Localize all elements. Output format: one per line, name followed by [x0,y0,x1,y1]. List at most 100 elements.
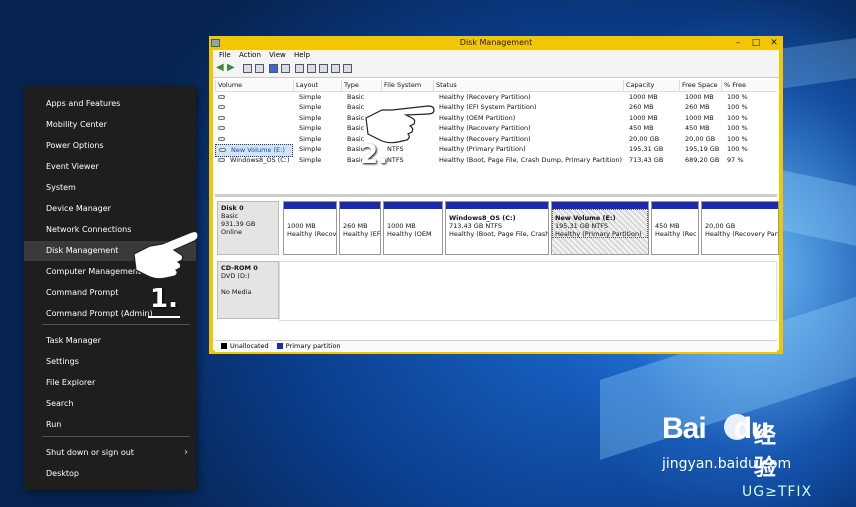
cell-text: Simple [299,134,322,143]
menu-item-device-manager[interactable]: Device Manager [24,199,196,219]
table-cell-status: Healthy (Boot, Page File, Crash Dump, Pr… [433,155,623,166]
cell-text: 450 MB [685,124,710,132]
console-tree-icon[interactable] [243,64,252,73]
table-cell-capacity: 1000 MB [623,92,679,103]
rescan-icon[interactable] [319,64,328,73]
menu-item-label: Event Viewer [46,162,99,171]
partition-line2: Healthy (Boot, Page File, Crash [449,230,549,238]
cdrom-label[interactable]: CD-ROM 0 DVD (D:) No Media [217,261,279,319]
column-header[interactable]: Type [341,80,381,91]
cdrom-type: DVD (D:) [221,272,250,280]
table-cell-status: Healthy (Recovery Partition) [433,134,623,145]
table-row[interactable]: Windows8_OS (C:) Simple Basic NTFS Healthy (… [215,155,777,166]
table-row[interactable]: Simple Basic Healthy (Recovery Partition) 4… [215,123,777,134]
menu-item-event-viewer[interactable]: Event Viewer [24,157,196,177]
menu-item-label: Power Options [46,141,104,150]
settings-icon[interactable] [343,64,352,73]
partition-block[interactable]: 1000 MB Healthy (OEM [383,201,443,255]
table-cell-volume [215,113,293,124]
baidu-url: jingyan.baidu.com [662,456,792,472]
table-row[interactable]: Simple Basic Healthy (Recovery Partition) 2… [215,134,777,145]
title-bar[interactable]: Disk Management – □ ✕ [209,36,783,50]
properties-icon[interactable] [281,64,290,73]
menu-item-power-options[interactable]: Power Options [24,136,196,156]
table-cell-free: 1000 MB [679,113,721,124]
table-cell-volume [215,102,293,113]
help-icon[interactable] [269,64,278,73]
column-header[interactable]: Capacity [623,80,679,91]
cell-text: 1000 MB [685,113,714,122]
cdrom-area [279,261,777,321]
menu-view[interactable]: View [269,50,286,61]
menu-item-shut-down-or-sign-out[interactable]: Shut down or sign out › [24,443,196,463]
cell-text: Simple [299,113,322,122]
menu-item-desktop[interactable]: Desktop [24,464,196,484]
table-cell-pct: 100 % [721,102,777,113]
table-cell-free: 1000 MB [679,92,721,103]
partition-block[interactable]: 260 MB Healthy (EFI [339,201,381,255]
table-row[interactable]: New Volume (E:) Simple Basic NTFS Healthy (P… [215,144,777,157]
partition-block[interactable]: 450 MB Healthy (Rec [651,201,699,255]
table-cell-status: Healthy (Primary Partition) [433,144,623,155]
table-cell-pct: 100 % [721,134,777,145]
menu-item-label: Device Manager [46,204,111,213]
menu-action[interactable]: Action [239,50,261,61]
minimize-button[interactable]: – [729,37,747,49]
unallocated-swatch [221,343,227,349]
cell-text: 20,00 GB [629,134,660,143]
back-arrow-icon[interactable]: ◀ [216,62,224,73]
table-cell-capacity: 1000 MB [623,113,679,124]
menu-item-mobility-center[interactable]: Mobility Center [24,115,196,135]
menu-item-run[interactable]: Run [24,415,196,435]
table-cell-capacity: 20,00 GB [623,134,679,145]
maximize-button[interactable]: □ [747,37,765,49]
cell-text [227,93,230,101]
menu-item-label: Mobility Center [46,120,107,129]
column-header[interactable]: Status [433,80,623,91]
refresh-icon[interactable] [295,64,304,73]
menu-item-label: Shut down or sign out [46,448,134,457]
partition-block[interactable]: New Volume (E:) 195,31 GB NTFS Healthy (Pr… [551,201,649,255]
disk-0-label[interactable]: Disk 0 Basic 931,39 GB Online [217,201,279,255]
menu-item-system[interactable]: System [24,178,196,198]
menu-item-settings[interactable]: Settings [24,352,196,372]
table-cell-free: 20,00 GB [679,134,721,145]
forward-arrow-icon[interactable]: ▶ [227,62,235,73]
cell-text: Simple [299,92,322,101]
search-icon[interactable] [331,64,340,73]
menu-help[interactable]: Help [294,50,310,61]
table-header: Volume Layout Type File System Status Capacit… [215,80,777,92]
primary-partition-bar [446,202,548,209]
close-button[interactable]: ✕ [765,37,783,49]
table-cell-layout: Simple [293,92,341,103]
menu-item-label: Task Manager [46,336,101,345]
menu-item-search[interactable]: Search [24,394,196,414]
volume-disk-icon [218,94,225,99]
table-row[interactable]: Simple Basic Healthy (OEM Partition) 1000 M… [215,113,777,124]
menu-item-apps-and-features[interactable]: Apps and Features [24,94,196,114]
table-row[interactable]: Simple Basic Healthy (EFI System Partition… [215,102,777,113]
table-row[interactable]: Simple Basic Healthy (Recovery Partition) 1… [215,92,777,103]
menu-file[interactable]: File [219,50,231,61]
chevron-right-icon: › [184,447,188,458]
volume-disk-icon [218,157,225,162]
cell-text: Healthy (Recovery Partition) [439,92,531,101]
table-cell-free: 689,20 GB [679,155,721,166]
partition-block[interactable]: 20,00 GB Healthy (Recovery Part [701,201,779,255]
column-header[interactable]: Volume [215,80,293,91]
list-view-icon[interactable] [255,64,264,73]
column-header[interactable]: Free Space [679,80,721,91]
partition-block[interactable]: 1000 MB Healthy (Recov [283,201,337,255]
export-icon[interactable] [307,64,316,73]
partition-line2: Healthy (OEM [387,230,432,238]
column-header[interactable]: File System [381,80,433,91]
partition-block[interactable]: Windows8_OS (C:) 713,43 GB NTFS Healthy (B… [445,201,549,255]
menu-item-file-explorer[interactable]: File Explorer [24,373,196,393]
menu-item-task-manager[interactable]: Task Manager [24,331,196,351]
column-header[interactable]: % Free [721,80,777,91]
step-1-underline [148,316,180,318]
cell-text: 20,00 GB [685,134,716,143]
table-cell-volume [215,92,293,103]
table-cell-free: 450 MB [679,123,721,134]
column-header[interactable]: Layout [293,80,341,91]
